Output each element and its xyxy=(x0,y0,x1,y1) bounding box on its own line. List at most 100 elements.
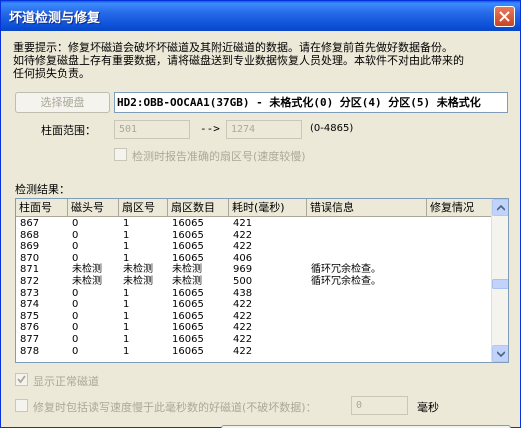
table-cell: 1 xyxy=(123,287,130,299)
results-label: 检测结果： xyxy=(15,183,70,196)
cylinder-range-label: 柱面范围： xyxy=(41,124,96,137)
table-row[interactable]: 867 0 1 16065 421 xyxy=(16,218,492,230)
vertical-scrollbar[interactable] xyxy=(491,199,508,362)
table-row[interactable]: 870 0 1 16065 406 xyxy=(16,253,492,265)
table-cell: 0 xyxy=(72,345,79,357)
notice-line-2: 如待修复磁盘上存有重要数据，请将磁盘送到专业数据恢复人员处理。本软件不对由此带来… xyxy=(13,54,464,67)
table-cell: 16065 xyxy=(172,345,204,357)
results-table[interactable]: 柱面号 磁头号 扇区号 扇区数目 耗时(毫秒) 错误信息 修复情况 867 0 1 1… xyxy=(15,198,509,363)
table-row[interactable]: 868 0 1 16065 422 xyxy=(16,230,492,242)
column-header-sector-count[interactable]: 扇区数目 xyxy=(168,199,229,217)
table-cell: 未检测 xyxy=(72,275,102,287)
table-cell: 422 xyxy=(233,310,253,322)
table-cell: 0 xyxy=(72,333,79,345)
table-cell: 1 xyxy=(123,252,130,264)
scroll-down-button[interactable] xyxy=(492,345,508,362)
table-cell: 16065 xyxy=(172,310,204,322)
include-slow-tracks-checkbox[interactable] xyxy=(15,399,28,412)
table-cell: 未检测 xyxy=(123,275,153,287)
table-cell: 1 xyxy=(123,218,130,229)
table-cell: 16065 xyxy=(172,333,204,345)
scroll-up-button[interactable] xyxy=(492,199,508,216)
column-header-error[interactable]: 错误信息 xyxy=(307,199,427,217)
chevron-down-icon xyxy=(497,351,505,357)
table-row[interactable]: 873 0 1 16065 438 xyxy=(16,288,492,300)
table-cell: 0 xyxy=(72,322,79,334)
accurate-sector-label: 检测时报告准确的扇区号(速度较慢) xyxy=(132,150,306,163)
table-cell: 422 xyxy=(233,322,253,334)
table-cell: 16065 xyxy=(172,252,204,264)
table-cell: 406 xyxy=(233,252,253,264)
table-row[interactable]: 871 未检测 未检测 未检测 969 循环冗余检查。 xyxy=(16,264,492,276)
close-icon xyxy=(499,11,510,22)
table-cell: 16065 xyxy=(172,299,204,311)
include-slow-tracks-label: 修复时包括读写速度慢于此毫秒数的好磁道(不破坏数据)： xyxy=(33,401,317,414)
table-cell: 867 xyxy=(20,218,40,229)
table-cell: 0 xyxy=(72,299,79,311)
accurate-sector-checkbox[interactable] xyxy=(114,148,127,161)
table-cell: 422 xyxy=(233,333,253,345)
scroll-thumb[interactable] xyxy=(492,279,508,289)
disk-info-display: HD2:OBB-OOCAA1(37GB) - 未格式化(0) 分区(4) 分区(… xyxy=(114,92,508,113)
milliseconds-unit-label: 毫秒 xyxy=(417,401,439,414)
table-cell: 未检测 xyxy=(172,264,202,276)
table-cell: 1 xyxy=(123,299,130,311)
bad-sector-dialog: 坏道检测与修复 重要提示：修复坏磁道会破坏坏磁道及其附近磁道的数据。请在修复前首… xyxy=(0,0,521,428)
table-cell: 1 xyxy=(123,310,130,322)
select-disk-button[interactable]: 选择硬盘 xyxy=(15,92,110,113)
table-cell: 16065 xyxy=(172,218,204,229)
table-cell: 0 xyxy=(72,241,79,253)
table-row[interactable]: 878 0 1 16065 422 xyxy=(16,346,492,358)
table-cell: 循环冗余检查。 xyxy=(311,264,381,276)
column-header-head[interactable]: 磁头号 xyxy=(68,199,119,217)
table-cell: 1 xyxy=(123,333,130,345)
start-cylinder-input[interactable]: 501 xyxy=(114,120,190,139)
column-header-cylinder[interactable]: 柱面号 xyxy=(16,199,68,217)
table-cell: 16065 xyxy=(172,322,204,334)
chevron-up-icon xyxy=(497,205,505,211)
column-header-time[interactable]: 耗时(毫秒) xyxy=(229,199,307,217)
close-button[interactable] xyxy=(494,6,515,27)
table-cell: 878 xyxy=(20,345,40,357)
table-cell: 0 xyxy=(72,218,79,229)
warning-notice: 重要提示：修复坏磁道会破坏坏磁道及其附近磁道的数据。请在修复前首先做好数据备份。… xyxy=(13,41,513,80)
table-cell: 877 xyxy=(20,333,40,345)
table-body: 867 0 1 16065 421 868 0 1 16065 422 869 0 1 16065 422 8… xyxy=(16,218,492,357)
column-header-sector[interactable]: 扇区号 xyxy=(119,199,168,217)
table-row[interactable]: 869 0 1 16065 422 xyxy=(16,241,492,253)
notice-line-1: 重要提示：修复坏磁道会破坏坏磁道及其附近磁道的数据。请在修复前首先做好数据备份。 xyxy=(13,41,453,54)
table-row[interactable]: 877 0 1 16065 422 xyxy=(16,334,492,346)
table-cell: 874 xyxy=(20,299,40,311)
title-bar[interactable]: 坏道检测与修复 xyxy=(1,1,520,31)
table-row[interactable]: 875 0 1 16065 422 xyxy=(16,311,492,323)
cylinder-range-hint: (0-4865) xyxy=(310,123,354,134)
table-row[interactable]: 876 0 1 16065 422 xyxy=(16,322,492,334)
table-row[interactable]: 874 0 1 16065 422 xyxy=(16,299,492,311)
checkmark-icon xyxy=(17,375,26,384)
table-cell: 0 xyxy=(72,229,79,241)
table-cell: 876 xyxy=(20,322,40,334)
table-cell: 872 xyxy=(20,275,40,287)
table-cell: 500 xyxy=(233,275,253,287)
table-cell: 422 xyxy=(233,229,253,241)
table-cell: 870 xyxy=(20,252,40,264)
notice-line-3: 任何损失负责。 xyxy=(13,67,90,80)
end-cylinder-input[interactable]: 1274 xyxy=(226,120,302,139)
table-row[interactable]: 872 未检测 未检测 未检测 500 循环冗余检查。 xyxy=(16,276,492,288)
table-cell: 438 xyxy=(233,287,253,299)
column-header-repair[interactable]: 修复情况 xyxy=(427,199,492,217)
table-cell: 循环冗余检查。 xyxy=(311,275,381,287)
table-cell: 422 xyxy=(233,299,253,311)
table-cell: 873 xyxy=(20,287,40,299)
show-normal-tracks-checkbox[interactable] xyxy=(15,373,28,386)
table-cell: 0 xyxy=(72,287,79,299)
table-cell: 16065 xyxy=(172,287,204,299)
table-cell: 422 xyxy=(233,345,253,357)
range-arrow: --> xyxy=(200,122,220,135)
table-cell: 未检测 xyxy=(123,264,153,276)
table-cell: 0 xyxy=(72,252,79,264)
table-cell: 0 xyxy=(72,310,79,322)
slow-threshold-input[interactable]: 0 xyxy=(351,396,408,415)
table-cell: 869 xyxy=(20,241,40,253)
table-header: 柱面号 磁头号 扇区号 扇区数目 耗时(毫秒) 错误信息 修复情况 xyxy=(16,199,492,217)
